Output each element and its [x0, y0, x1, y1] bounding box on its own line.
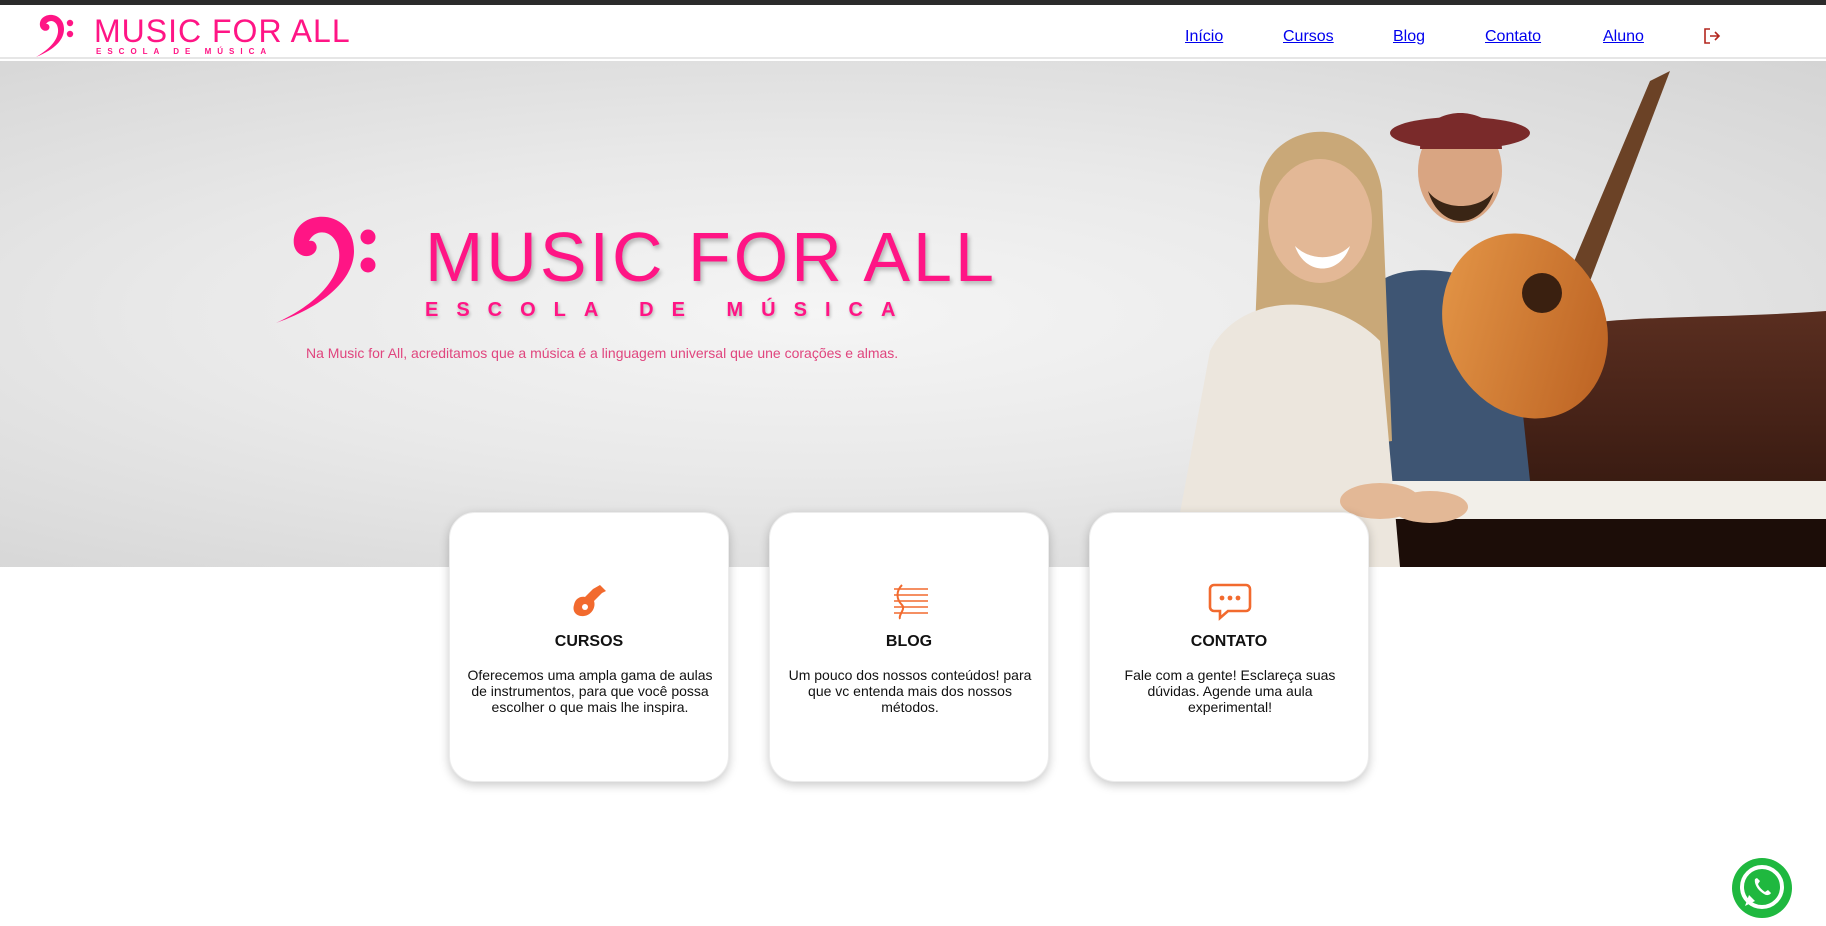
- nav-item-contato[interactable]: Contato: [1485, 28, 1541, 46]
- nav-item-cursos[interactable]: Cursos: [1283, 28, 1334, 46]
- card-blog[interactable]: BLOG Um pouco dos nossos conteúdos! para…: [769, 512, 1049, 782]
- header-logo[interactable]: MUSIC FOR ALL ESCOLA DE MÚSICA: [30, 11, 350, 59]
- chat-icon: [1208, 583, 1252, 621]
- site-header: MUSIC FOR ALL ESCOLA DE MÚSICA Início Cu…: [0, 5, 1826, 59]
- nav-item-inicio[interactable]: Início: [1185, 28, 1223, 46]
- card-title: CURSOS: [554, 633, 624, 650]
- nav-item-blog[interactable]: Blog: [1393, 28, 1425, 46]
- card-contato[interactable]: CONTATO Fale com a gente! Esclareça suas…: [1089, 512, 1369, 782]
- card-cursos[interactable]: CURSOS Oferecemos uma ampla gama de aula…: [449, 512, 729, 782]
- hero-brand-tagline: ESCOLA DE MÚSICA: [425, 299, 914, 321]
- nav-item-aluno[interactable]: Aluno: [1603, 28, 1644, 46]
- hero-banner: MUSIC FOR ALL ESCOLA DE MÚSICA Na Music …: [0, 61, 1826, 567]
- hero-logo: MUSIC FOR ALL ESCOLA DE MÚSICA: [270, 211, 994, 331]
- hero-photo: [1170, 71, 1826, 567]
- whatsapp-icon[interactable]: [1731, 857, 1793, 919]
- card-text: Oferecemos uma ampla gama de aulas de in…: [467, 667, 713, 715]
- music-staff-icon: [894, 584, 928, 620]
- hero-brand-name: MUSIC FOR ALL: [425, 218, 997, 296]
- card-text: Um pouco dos nossos conteúdos! para que …: [788, 667, 1032, 715]
- card-text: Fale com a gente! Esclareça suas dúvidas…: [1124, 667, 1336, 715]
- hero-description: Na Music for All, acreditamos que a músi…: [306, 345, 899, 361]
- guitar-icon: [573, 585, 606, 617]
- header-brand-name: MUSIC FOR ALL: [94, 13, 351, 49]
- bass-clef-icon: [36, 14, 74, 57]
- logout-icon[interactable]: [1702, 26, 1722, 46]
- card-title: BLOG: [885, 633, 933, 650]
- card-title: CONTATO: [1190, 633, 1268, 650]
- bass-clef-icon: [276, 216, 376, 323]
- header-brand-tagline: ESCOLA DE MÚSICA: [96, 47, 273, 56]
